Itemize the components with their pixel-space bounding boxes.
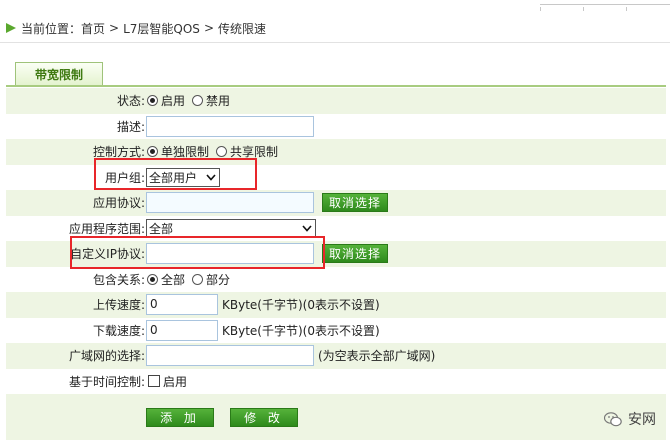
status-row: 状态: 启用 禁用	[6, 88, 666, 114]
upload-label: 上传速度:	[92, 298, 145, 313]
bandwidth-form: 状态: 启用 禁用 描述: 控制方式: 单独限制 共享限制 用户组: 全部用户 …	[6, 88, 666, 440]
contain-partial-label: 部分	[206, 272, 231, 287]
wan-note: (为空表示全部广域网)	[318, 349, 436, 364]
modify-button[interactable]: 修 改	[230, 407, 298, 427]
wan-row: 广域网的选择: (为空表示全部广域网)	[6, 343, 666, 369]
custom-ip-row: 自定义IP协议: 取消选择	[6, 241, 666, 267]
status-disable-label: 禁用	[206, 94, 231, 109]
download-row: 下载速度: 0 KByte(千字节)(0表示不设置)	[6, 317, 666, 343]
wan-label: 广域网的选择:	[68, 349, 145, 364]
time-control-checkbox[interactable]	[148, 375, 160, 388]
description-input[interactable]	[146, 115, 314, 137]
wechat-icon	[604, 411, 622, 426]
time-control-label: 基于时间控制:	[68, 374, 145, 389]
app-scope-row: 应用程序范围: 全部	[6, 215, 666, 241]
top-window-tabs	[540, 0, 670, 11]
user-group-value: 全部用户	[149, 170, 198, 185]
wan-input[interactable]	[146, 345, 314, 367]
contain-partial-radio[interactable]	[192, 273, 204, 285]
status-label: 状态:	[116, 94, 145, 109]
breadcrumb-current: 传统限速	[218, 21, 267, 36]
app-protocol-row: 应用协议: 取消选择	[6, 190, 666, 216]
tab-bandwidth-limit[interactable]: 带宽限制	[15, 62, 103, 85]
chevron-down-icon	[206, 174, 216, 181]
user-group-row: 用户组: 全部用户	[6, 164, 666, 190]
add-button[interactable]: 添 加	[146, 407, 214, 427]
control-mode-row: 控制方式: 单独限制 共享限制	[6, 139, 666, 165]
breadcrumb: 当前位置： 首页 > L7层智能QOS > 传统限速	[6, 19, 266, 37]
app-protocol-clear-button[interactable]: 取消选择	[322, 193, 388, 213]
tab-divider	[6, 85, 666, 87]
contain-all-radio[interactable]	[147, 273, 158, 285]
custom-ip-label: 自定义IP协议:	[70, 247, 145, 262]
app-protocol-label: 应用协议:	[92, 196, 145, 211]
control-single-radio[interactable]	[147, 146, 158, 158]
download-speed-input[interactable]: 0	[146, 319, 218, 341]
status-enable-label: 启用	[161, 94, 186, 109]
download-unit: KByte(千字节)(0表示不设置)	[222, 323, 380, 338]
control-shared-label: 共享限制	[230, 145, 279, 160]
control-single-label: 单独限制	[161, 145, 210, 160]
app-scope-select[interactable]: 全部	[146, 219, 316, 238]
upload-speed-input[interactable]: 0	[146, 294, 218, 316]
breadcrumb-divider	[0, 42, 670, 43]
user-group-select[interactable]: 全部用户	[146, 167, 220, 187]
description-label: 描述:	[116, 119, 145, 134]
breadcrumb-home[interactable]: 首页	[81, 20, 105, 37]
breadcrumb-qos[interactable]: L7层智能QOS	[123, 20, 200, 37]
action-buttons-row: 添 加 修 改	[6, 394, 666, 440]
custom-ip-input[interactable]	[146, 243, 314, 265]
download-label: 下载速度:	[92, 323, 145, 338]
time-control-checkbox-label: 启用	[163, 374, 188, 389]
breadcrumb-prefix: 当前位置：	[21, 21, 82, 36]
time-control-row: 基于时间控制: 启用	[6, 368, 666, 394]
arrow-icon	[6, 23, 16, 33]
contain-all-label: 全部	[161, 272, 186, 287]
app-scope-value: 全部	[149, 221, 174, 236]
app-protocol-input[interactable]	[146, 192, 314, 214]
control-mode-label: 控制方式:	[92, 145, 145, 160]
control-shared-radio[interactable]	[216, 146, 228, 158]
breadcrumb-separator: >	[109, 21, 120, 35]
watermark-text: 安网	[628, 412, 656, 428]
custom-ip-clear-button[interactable]: 取消选择	[322, 244, 388, 264]
watermark: 安网	[604, 409, 656, 429]
status-disable-radio[interactable]	[192, 95, 204, 107]
chevron-down-icon	[302, 225, 312, 232]
contain-row: 包含关系: 全部 部分	[6, 266, 666, 292]
breadcrumb-separator: >	[203, 21, 214, 35]
contain-label: 包含关系:	[92, 272, 145, 287]
user-group-label: 用户组:	[104, 170, 145, 185]
description-row: 描述:	[6, 113, 666, 139]
upload-unit: KByte(千字节)(0表示不设置)	[222, 298, 380, 313]
app-scope-label: 应用程序范围:	[68, 221, 145, 236]
upload-row: 上传速度: 0 KByte(千字节)(0表示不设置)	[6, 292, 666, 318]
status-enable-radio[interactable]	[147, 95, 158, 107]
